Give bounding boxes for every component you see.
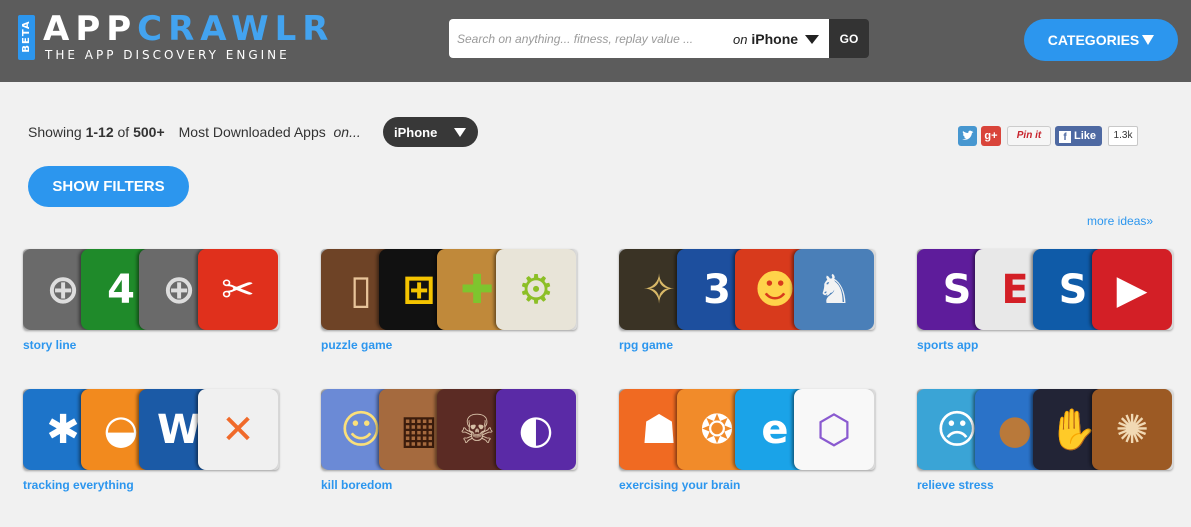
gears-icon: ⚙ <box>496 249 576 330</box>
hexagon-icon: ⬡ <box>794 389 874 470</box>
facebook-like-button[interactable]: f Like <box>1055 126 1102 146</box>
google-plus-icon[interactable]: g+ <box>981 126 1001 146</box>
app-icon-strip[interactable]: ✱ ◒ W ✕ <box>23 389 279 470</box>
on-label: on... <box>333 124 361 140</box>
idea-label[interactable]: tracking everything <box>23 478 134 492</box>
knight-icon: ♞ <box>794 249 874 330</box>
chevron-down-icon <box>454 128 466 137</box>
watch-espn-icon: ▶ <box>1092 249 1172 330</box>
facebook-like-count: 1.3k <box>1108 126 1138 146</box>
idea-tile[interactable]: ☹ ● ✋ ✺ relieve stress <box>917 389 1173 492</box>
logo-app: APP <box>43 9 138 49</box>
fb-like-label: Like <box>1074 130 1097 142</box>
chevron-down-icon <box>1142 35 1155 45</box>
idea-tile[interactable]: ✱ ◒ W ✕ tracking everything <box>23 389 279 492</box>
go-button[interactable]: GO <box>829 19 869 58</box>
idea-tile[interactable]: ▯ ⊞ ✚ ⚙ puzzle game <box>321 249 577 352</box>
app-icon-strip[interactable]: ☹ ● ✋ ✺ <box>917 389 1173 470</box>
idea-tile[interactable]: S E S ▶ sports app <box>917 249 1173 352</box>
platform-prefix: on <box>733 32 748 47</box>
idea-tile[interactable]: ⊕ 4 ⊕ ✂ story line <box>23 249 279 352</box>
results-summary: Showing 1-12 of 500+ Most Downloaded Apps… <box>28 124 361 140</box>
platform-select[interactable]: on iPhone <box>733 19 820 58</box>
icon-glyph: ♞ <box>816 266 852 313</box>
idea-label[interactable]: relieve stress <box>917 478 994 492</box>
categories-label: CATEGORIES <box>1047 32 1140 48</box>
idea-label[interactable]: story line <box>23 338 76 352</box>
idea-tile[interactable]: ☺ ▦ ☠ ◐ kill boredom <box>321 389 577 492</box>
app-icon-strip[interactable]: ☗ ❂ e ⬡ <box>619 389 875 470</box>
of-label: of <box>117 124 130 140</box>
idea-label[interactable]: rpg game <box>619 338 673 352</box>
search-box: on iPhone <box>449 19 829 58</box>
twitter-icon[interactable] <box>958 126 977 146</box>
mandala-icon: ✺ <box>1092 389 1172 470</box>
purple-circle-icon: ◐ <box>496 389 576 470</box>
facebook-icon: f <box>1059 131 1071 143</box>
logo-tagline: THE APP DISCOVERY ENGINE <box>45 48 290 62</box>
logo[interactable]: APPCRAWLR <box>43 12 334 46</box>
beta-badge: BETA <box>18 15 35 60</box>
categories-button[interactable]: CATEGORIES <box>1024 19 1178 61</box>
infinity-blade-icon: ✂ <box>198 249 278 330</box>
platform-value: iPhone <box>751 31 799 47</box>
icon-glyph: ✂ <box>221 266 255 313</box>
app-icon-strip[interactable]: ✧ 3 ☻ ♞ <box>619 249 875 330</box>
app-icon-strip[interactable]: ⊕ 4 ⊕ ✂ <box>23 249 279 330</box>
app-icon-strip[interactable]: S E S ▶ <box>917 249 1173 330</box>
icon-glyph: ▶ <box>1116 266 1148 313</box>
showing-label: Showing <box>28 124 82 140</box>
idea-tile[interactable]: ✧ 3 ☻ ♞ rpg game <box>619 249 875 352</box>
device-value: iPhone <box>394 125 438 140</box>
search-input[interactable] <box>449 19 727 58</box>
show-filters-button[interactable]: SHOW FILTERS <box>28 166 189 207</box>
sort-label: Most Downloaded Apps <box>178 124 326 140</box>
results-total: 500+ <box>133 124 165 140</box>
icon-glyph: ◐ <box>518 406 554 453</box>
header-bar: BETA APPCRAWLR THE APP DISCOVERY ENGINE … <box>0 0 1191 82</box>
more-ideas-link[interactable]: more ideas» <box>1087 214 1153 228</box>
icon-glyph: ⬡ <box>816 406 852 453</box>
logo-crawlr: CRAWLR <box>137 9 335 49</box>
idea-label[interactable]: kill boredom <box>321 478 392 492</box>
chevron-down-icon <box>805 35 820 44</box>
idea-label[interactable]: sports app <box>917 338 978 352</box>
beta-label: BETA <box>21 20 32 53</box>
idea-label[interactable]: exercising your brain <box>619 478 740 492</box>
idea-label[interactable]: puzzle game <box>321 338 392 352</box>
icon-glyph: ✺ <box>1115 406 1149 453</box>
app-icon-strip[interactable]: ▯ ⊞ ✚ ⚙ <box>321 249 577 330</box>
icon-glyph: ✕ <box>221 406 255 453</box>
fork-knife-icon: ✕ <box>198 389 278 470</box>
idea-tile[interactable]: ☗ ❂ e ⬡ exercising your brain <box>619 389 875 492</box>
app-icon-strip[interactable]: ☺ ▦ ☠ ◐ <box>321 389 577 470</box>
device-dropdown[interactable]: iPhone <box>383 117 478 147</box>
pinterest-button[interactable]: Pin it <box>1007 126 1051 146</box>
results-range: 1-12 <box>85 124 114 140</box>
icon-glyph: ⚙ <box>518 266 554 313</box>
